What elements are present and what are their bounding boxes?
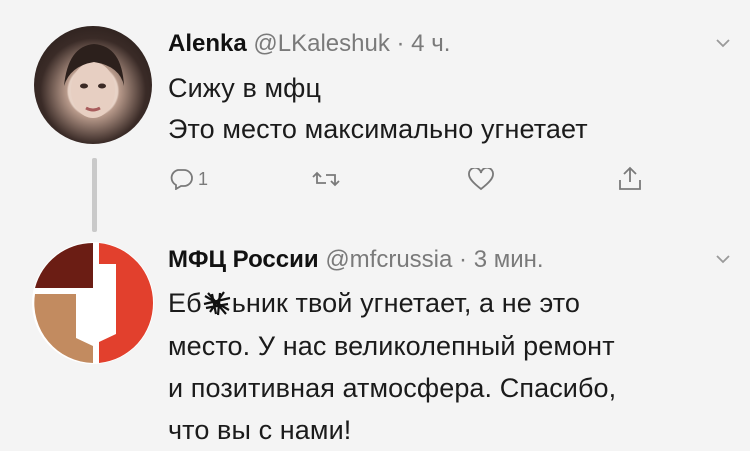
author-handle[interactable]: @mfcrussia <box>325 246 452 273</box>
author-name[interactable]: МФЦ России <box>168 246 319 273</box>
dot-separator: · <box>396 30 405 57</box>
tweet-text-line: место. У нас великолепный ремонт <box>168 331 615 361</box>
share-button[interactable] <box>618 166 642 192</box>
tweet-time[interactable]: 3 мин. <box>474 246 544 273</box>
tweet-header: МФЦ России @mfcrussia · 3 мин. <box>168 246 544 274</box>
tweet-text-line: что вы с нами! <box>168 415 352 445</box>
author-name[interactable]: Alenka <box>168 30 247 57</box>
reply-icon <box>170 169 193 190</box>
reply-button[interactable]: 1 <box>168 168 208 190</box>
chevron-down-icon[interactable] <box>714 250 732 268</box>
mfc-logo-avatar-icon <box>33 243 154 363</box>
tweet-text-line: Сижу в мфц <box>168 73 322 103</box>
scribble-censor-icon <box>202 288 232 319</box>
avatar[interactable] <box>34 26 152 144</box>
dot-separator: · <box>459 246 468 273</box>
tweet-header: Alenka @LKaleshuk · 4 ч. <box>168 30 450 58</box>
retweet-button[interactable] <box>312 168 340 190</box>
author-handle[interactable]: @LKaleshuk <box>253 30 389 57</box>
tweet-text-line: Еб ьник твой угнетает, а не это <box>168 288 580 319</box>
like-button[interactable] <box>468 168 494 192</box>
avatar[interactable] <box>32 242 154 364</box>
chevron-down-icon[interactable] <box>714 34 732 52</box>
text-segment: ьник твой угнетает, а не это <box>231 288 581 318</box>
tweet-time[interactable]: 4 ч. <box>411 30 450 57</box>
thread-connector <box>92 158 97 232</box>
share-icon <box>619 166 641 190</box>
tweet-text-line: Это место максимально угнетает <box>168 114 588 144</box>
heart-icon <box>468 168 494 191</box>
user-photo-avatar-icon <box>64 44 124 118</box>
reply-count: 1 <box>198 168 209 189</box>
tweet-text-line: и позитивная атмосфера. Спасибо, <box>168 373 617 403</box>
retweet-icon <box>312 171 340 187</box>
text-segment: Еб <box>168 288 202 318</box>
